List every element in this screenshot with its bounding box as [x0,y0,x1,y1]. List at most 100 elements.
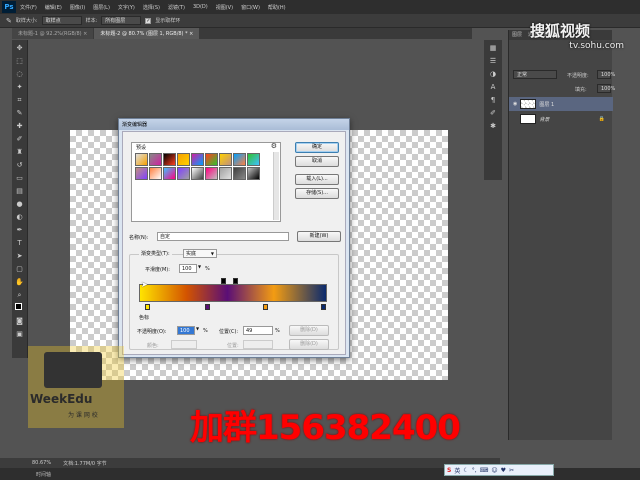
pen-tool-icon[interactable]: ✒ [15,225,25,235]
color-swatch-field[interactable] [171,340,197,349]
gradient-type-select[interactable]: 实底 ▼ [183,249,217,258]
gradient-preset-swatch[interactable] [233,153,246,166]
crop-tool-icon[interactable]: ⌗ [15,95,25,105]
gradient-preset-swatch[interactable] [191,167,204,180]
menu-edit[interactable]: 编辑(E) [41,4,66,11]
healing-tool-icon[interactable]: ✚ [15,121,25,131]
move-tool-icon[interactable]: ✥ [15,43,25,53]
ime-punctuation-icon[interactable]: °, [472,467,477,474]
layer-opacity-value[interactable]: 100% [597,70,615,79]
ime-language-icon[interactable]: 英 [454,466,460,475]
eyedropper-icon[interactable]: ✎ [6,17,12,25]
name-input[interactable]: 自定 [157,232,289,241]
gradient-preset-swatch[interactable] [177,153,190,166]
tab-document-2[interactable]: 未标题-2 @ 80.7% (图层 1, RGB/8) * × [94,28,200,39]
menu-select[interactable]: 选择(S) [139,4,164,11]
adjustments-panel-icon[interactable]: ◑ [488,69,498,79]
smoothness-input[interactable]: 100 [179,264,197,273]
menu-image[interactable]: 图像(I) [66,4,89,11]
menu-file[interactable]: 文件(F) [16,4,41,11]
show-ring-checkbox[interactable]: ✓ [145,17,152,24]
gradient-preset-swatch[interactable] [163,167,176,180]
tab-document-1[interactable]: 未标题-1 @ 92.2%(RGB/8) × [12,28,94,39]
quick-select-tool-icon[interactable]: ✦ [15,82,25,92]
type-tool-icon[interactable]: T [15,238,25,248]
menu-window[interactable]: 窗口(W) [237,4,264,11]
gradient-preset-swatch[interactable] [135,153,148,166]
brush-tool-icon[interactable]: ✐ [15,134,25,144]
layer-fill-value[interactable]: 100% [597,84,615,93]
ok-button[interactable]: 确定 [295,142,339,153]
sample-size-select[interactable]: 取样点 [41,16,82,25]
ime-moon-icon[interactable]: ☾ [463,467,468,474]
color-stop-purple[interactable] [205,304,210,310]
tool-presets-icon[interactable]: ✱ [488,121,498,131]
color-stop-yellow[interactable] [145,304,150,310]
gradient-preset-swatch[interactable] [205,153,218,166]
character-panel-icon[interactable]: A [488,82,498,92]
location2-input[interactable] [243,340,273,349]
brush-panel-icon[interactable]: ✐ [488,108,498,118]
smoothness-stepper-icon[interactable]: ▼ [198,264,201,269]
new-button[interactable]: 新建(W) [297,231,341,242]
opacity-input[interactable]: 100 [177,326,195,335]
delete-color-button[interactable]: 删除(D) [289,339,329,350]
gradient-preset-swatch[interactable] [247,167,260,180]
menu-view[interactable]: 视图(V) [212,4,237,11]
gradient-preset-swatch[interactable] [219,167,232,180]
presets-gear-icon[interactable]: ⚙ [271,142,277,150]
tab-layers[interactable]: 图层 [509,30,525,40]
eyedropper-tool-icon[interactable]: ✎ [15,108,25,118]
dodge-tool-icon[interactable]: ◐ [15,212,25,222]
menu-filter[interactable]: 滤镜(T) [164,4,189,11]
gradient-preset-swatch[interactable] [149,167,162,180]
eraser-tool-icon[interactable]: ▭ [15,173,25,183]
location-input[interactable]: 49 [243,326,273,335]
properties-panel-icon[interactable]: ☰ [488,56,498,66]
presets-scrollbar[interactable] [273,152,279,220]
save-button[interactable]: 存储(S)... [295,188,339,199]
gradient-preset-swatch[interactable] [233,167,246,180]
eye-icon[interactable]: ◉ [513,101,517,107]
gradient-preset-swatch[interactable] [191,153,204,166]
gradient-tool-icon[interactable]: ▤ [15,186,25,196]
layer-row-background[interactable]: ◉ 背景 🔒 [509,112,613,126]
zoom-level[interactable]: 80.67% [32,460,51,466]
gradient-preset-swatch[interactable] [163,153,176,166]
gradient-preset-swatch[interactable] [219,153,232,166]
menu-help[interactable]: 帮助(H) [264,4,290,11]
blur-tool-icon[interactable]: ● [15,199,25,209]
shape-tool-icon[interactable]: ▢ [15,264,25,274]
menu-3d[interactable]: 3D(D) [189,4,212,10]
paragraph-panel-icon[interactable]: ¶ [488,95,498,105]
gradient-preset-swatch[interactable] [149,153,162,166]
timeline-label[interactable]: 时间轴 [36,471,51,478]
ime-shirt-icon[interactable]: ♥ [501,467,506,474]
load-button[interactable]: 载入(L)... [295,174,339,185]
cancel-button[interactable]: 取消 [295,156,339,167]
menu-type[interactable]: 文字(Y) [114,4,139,11]
delete-opacity-button[interactable]: 删除(D) [289,325,329,336]
quick-mask-icon[interactable]: ◙ [15,316,25,326]
dialog-titlebar[interactable]: 渐变编辑器 [119,119,349,130]
gradient-preset-swatch[interactable] [205,167,218,180]
ime-keyboard-icon[interactable]: ⌨ [480,467,489,474]
blend-mode-select[interactable]: 正常 [513,70,557,79]
marquee-tool-icon[interactable]: ⬚ [15,56,25,66]
history-panel-icon[interactable]: ▦ [488,43,498,53]
color-stop-orange[interactable] [263,304,268,310]
lasso-tool-icon[interactable]: ◌ [15,69,25,79]
screen-mode-icon[interactable]: ▣ [15,329,25,339]
gradient-preset-swatch[interactable] [247,153,260,166]
path-select-tool-icon[interactable]: ➤ [15,251,25,261]
ime-tools-icon[interactable]: ✂ [509,467,514,474]
gradient-preset-swatch[interactable] [177,167,190,180]
ime-user-icon[interactable]: ☺ [491,467,497,474]
layer-row-1[interactable]: ◉ 图层 1 [509,97,613,111]
ime-logo-icon[interactable]: S [447,467,451,474]
history-brush-tool-icon[interactable]: ↺ [15,160,25,170]
gradient-preview-bar[interactable] [139,284,327,302]
document-info[interactable]: 文档:1.77M/0 字节 [63,460,107,467]
sample-select[interactable]: 所有图层 [101,16,142,25]
gradient-preset-swatch[interactable] [135,167,148,180]
